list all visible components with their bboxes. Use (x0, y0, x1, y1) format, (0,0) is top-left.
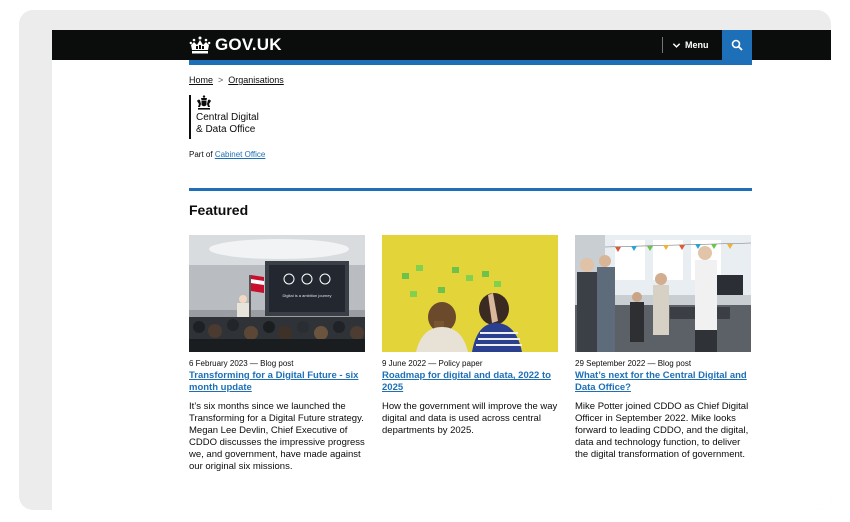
header-blue-bar (189, 60, 752, 65)
govuk-page: GOV.UK Menu Home > Organisations Central… (52, 30, 831, 510)
breadcrumb: Home > Organisations (189, 75, 284, 85)
featured-card-2: 9 June 2022 — Policy paper Roadmap for d… (382, 235, 558, 437)
featured-card-1: Digital is a ambition journey 6 February… (189, 235, 365, 473)
govuk-header: GOV.UK Menu (52, 30, 831, 60)
featured-card-1-title-link[interactable]: Transforming for a Digital Future - six … (189, 370, 365, 394)
organisation-name-line-2: & Data Office (196, 124, 256, 135)
breadcrumb-home-link[interactable]: Home (189, 75, 213, 85)
section-divider (189, 188, 752, 191)
featured-card-2-title-link[interactable]: Roadmap for digital and data, 2022 to 20… (382, 370, 558, 394)
featured-card-1-description: It’s six months since we launched the Tr… (189, 401, 365, 472)
govuk-logo-text: GOV.UK (215, 35, 282, 54)
breadcrumb-organisations-link[interactable]: Organisations (228, 75, 284, 85)
featured-card-3-meta: 29 September 2022 — Blog post (575, 359, 692, 368)
crown-icon (189, 36, 211, 54)
featured-card-3-description: Mike Potter joined CDDO as Chief Digital… (575, 401, 749, 460)
chevron-down-icon (672, 42, 681, 48)
organisation-name-line-1: Central Digital (196, 112, 259, 123)
featured-heading: Featured (189, 202, 249, 218)
cabinet-office-link[interactable]: Cabinet Office (215, 150, 266, 159)
organisation-name: Central Digital & Data Office (196, 112, 286, 136)
royal-coat-of-arms-icon (197, 95, 211, 110)
organisation-logo: Central Digital & Data Office (189, 95, 286, 139)
govuk-logo-link[interactable]: GOV.UK (189, 35, 282, 55)
part-of-prefix: Part of (189, 150, 213, 159)
featured-card-3: 29 September 2022 — Blog post What’s nex… (575, 235, 751, 461)
featured-card-3-title-link[interactable]: What’s next for the Central Digital and … (575, 370, 751, 394)
post-it-wall-image (382, 235, 558, 352)
menu-divider (662, 37, 663, 53)
screenshot-frame: GOV.UK Menu Home > Organisations Central… (19, 10, 831, 510)
screen-caption: Digital is a ambition journey (283, 293, 332, 298)
menu-button[interactable]: Menu (672, 36, 709, 54)
featured-card-1-image-link[interactable]: Digital is a ambition journey (189, 235, 365, 352)
search-icon (731, 39, 743, 51)
office-meeting-image (575, 235, 751, 352)
breadcrumb-separator: > (218, 75, 224, 85)
conference-audience-image: Digital is a ambition journey (189, 235, 365, 352)
menu-label: Menu (685, 40, 709, 50)
featured-card-1-meta: 6 February 2023 — Blog post (189, 359, 294, 368)
featured-card-2-description: How the government will improve the way … (382, 401, 558, 436)
featured-card-3-image-link[interactable] (575, 235, 751, 352)
part-of-text: Part of Cabinet Office (189, 150, 265, 159)
featured-card-2-image-link[interactable] (382, 235, 558, 352)
featured-card-2-meta: 9 June 2022 — Policy paper (382, 359, 483, 368)
search-button[interactable] (722, 30, 752, 60)
